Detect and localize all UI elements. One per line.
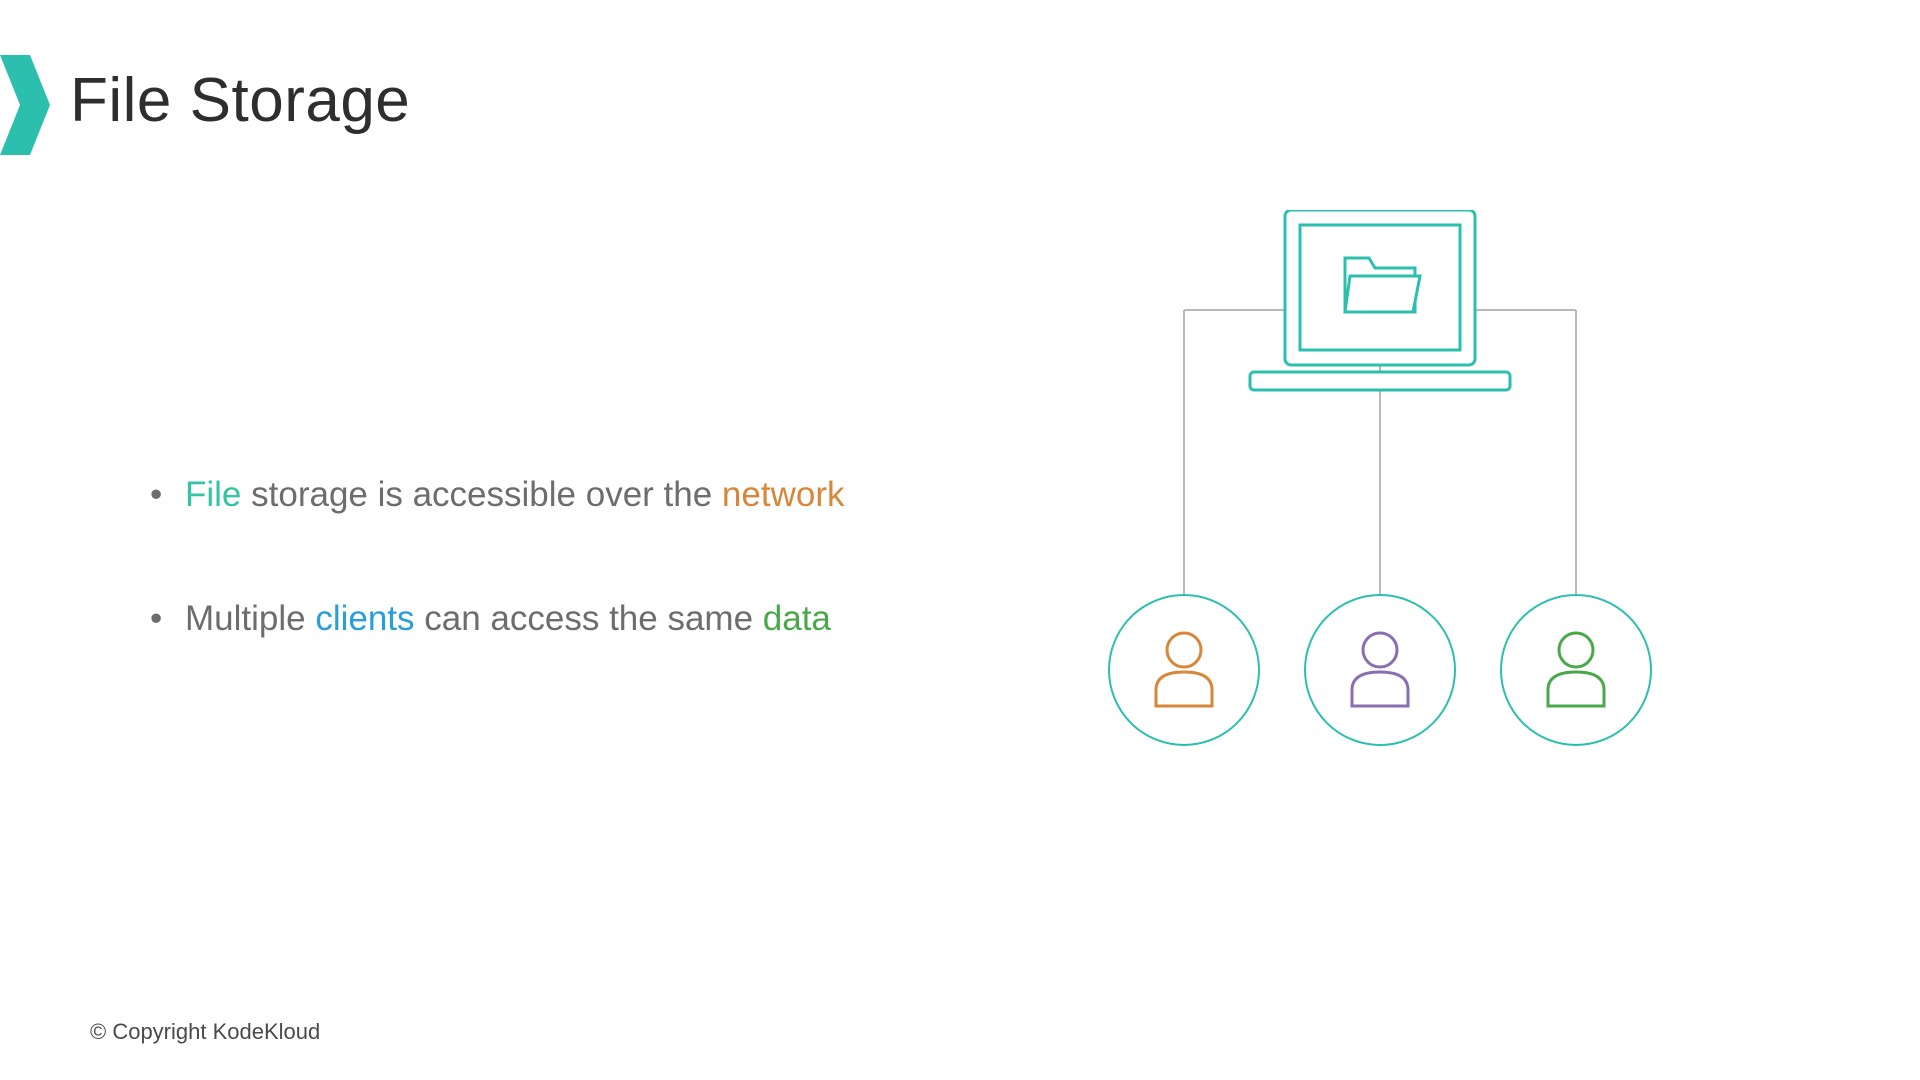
bullet-list: File storage is accessible over the netw… bbox=[185, 470, 844, 718]
client-2-icon bbox=[1305, 595, 1455, 745]
bullet-1-mid: storage is accessible over the bbox=[241, 475, 722, 514]
copyright-text: © Copyright KodeKloud bbox=[90, 1019, 320, 1045]
bullet-2: Multiple clients can access the same dat… bbox=[185, 594, 844, 643]
network-diagram bbox=[1100, 210, 1660, 750]
chevron-icon bbox=[0, 55, 50, 160]
word-data: data bbox=[763, 599, 831, 638]
word-network: network bbox=[722, 475, 845, 514]
bullet-1: File storage is accessible over the netw… bbox=[185, 470, 844, 519]
word-file: File bbox=[185, 475, 241, 514]
word-clients: clients bbox=[315, 599, 414, 638]
client-1-icon bbox=[1109, 595, 1259, 745]
bullet-2-pre: Multiple bbox=[185, 599, 315, 638]
bullet-2-mid: can access the same bbox=[415, 599, 763, 638]
server-laptop-icon bbox=[1250, 210, 1510, 390]
client-3-icon bbox=[1501, 595, 1651, 745]
page-title: File Storage bbox=[70, 65, 410, 136]
